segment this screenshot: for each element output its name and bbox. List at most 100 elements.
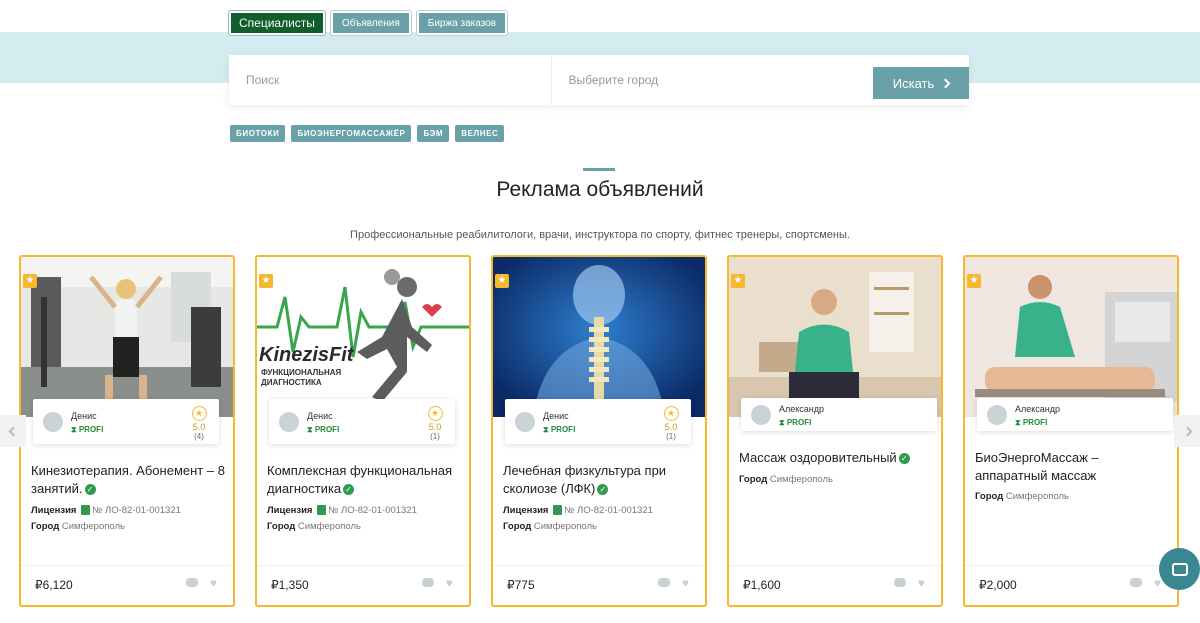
rating: ★ 5.0 (4) bbox=[187, 406, 211, 441]
verified-check-icon: ✓ bbox=[597, 484, 609, 496]
profi-badge: ⧗ PROFI bbox=[779, 418, 812, 427]
search-input[interactable]: Поиск bbox=[229, 55, 551, 105]
author-name: Александр bbox=[779, 404, 825, 414]
rating-count: (4) bbox=[194, 432, 204, 441]
carousel-prev-button[interactable] bbox=[0, 415, 26, 447]
card-footer: ₽6,120 ♥ bbox=[21, 565, 233, 605]
chat-icon[interactable] bbox=[1129, 578, 1142, 587]
rating-count: (1) bbox=[666, 432, 676, 441]
rating-score: 5.0 bbox=[192, 422, 206, 432]
tab-specialists[interactable]: Специалисты bbox=[229, 11, 325, 35]
ad-card[interactable]: ★ Александр ⧗ PROFI Массаж оздоровительн… bbox=[727, 255, 943, 607]
ad-card[interactable]: KinezisFit ФУНКЦИОНАЛЬНАЯ ДИАГНОСТИКА ★ … bbox=[255, 255, 471, 607]
avatar bbox=[43, 412, 63, 432]
card-footer: ₽1,600 ♥ bbox=[729, 565, 941, 605]
featured-star-icon: ★ bbox=[495, 274, 509, 288]
ad-title[interactable]: БиоЭнергоМассаж – аппаратный массаж bbox=[975, 449, 1170, 485]
featured-star-icon: ★ bbox=[967, 274, 981, 288]
ad-title[interactable]: Лечебная физкультура при сколиозе (ЛФК) ✓ bbox=[503, 462, 698, 498]
price: ₽775 bbox=[507, 578, 535, 592]
chevron-right-icon bbox=[940, 78, 951, 88]
author-panel[interactable]: Денис ⧗ PROFI ★ 5.0 (4) bbox=[33, 399, 219, 444]
heart-icon[interactable]: ♥ bbox=[446, 577, 453, 589]
image-brand-text: KinezisFit bbox=[259, 344, 355, 366]
author-name: Александр bbox=[1015, 404, 1061, 414]
card-footer: ₽775 ♥ bbox=[493, 565, 705, 605]
avatar bbox=[279, 412, 299, 432]
rating-star-icon: ★ bbox=[191, 406, 207, 421]
city-select[interactable]: Выберите город bbox=[550, 55, 874, 105]
ad-photo[interactable]: ★ bbox=[965, 257, 1177, 417]
tag-list: БИОТОКИ БИОЭНЕРГОМАССАЖЁР БЭМ ВЕЛНЕС bbox=[230, 125, 505, 142]
verified-check-icon: ✓ bbox=[898, 453, 910, 465]
verified-check-icon: ✓ bbox=[84, 484, 96, 496]
city-row: Город Симферополь bbox=[975, 491, 1069, 502]
rating-star-icon: ★ bbox=[427, 406, 443, 421]
avatar bbox=[987, 405, 1007, 425]
avatar bbox=[515, 412, 535, 432]
chat-icon[interactable] bbox=[421, 578, 434, 587]
search-button-label: Искать bbox=[892, 75, 935, 91]
ad-photo[interactable]: KinezisFit ФУНКЦИОНАЛЬНАЯ ДИАГНОСТИКА ★ bbox=[257, 257, 469, 417]
section-divider bbox=[583, 168, 615, 171]
author-panel[interactable]: Александр ⧗ PROFI bbox=[741, 398, 937, 431]
ad-card[interactable]: ★ Александр ⧗ PROFI БиоЭнергоМассаж – ап… bbox=[963, 255, 1179, 607]
ad-title[interactable]: Комплексная функциональная диагностика ✓ bbox=[267, 462, 462, 498]
heart-icon[interactable]: ♥ bbox=[210, 577, 217, 589]
ad-photo[interactable]: ★ bbox=[493, 257, 705, 417]
rating: ★ 5.0 (1) bbox=[659, 406, 683, 441]
author-panel[interactable]: Денис ⧗ PROFI ★ 5.0 (1) bbox=[505, 399, 691, 444]
author-panel[interactable]: Денис ⧗ PROFI ★ 5.0 (1) bbox=[269, 399, 455, 444]
author-name: Денис bbox=[307, 411, 333, 421]
heart-icon[interactable]: ♥ bbox=[682, 577, 689, 589]
tag-bem[interactable]: БЭМ bbox=[417, 125, 450, 142]
author-name: Денис bbox=[71, 411, 97, 421]
section-subtitle: Профессиональные реабилитологи, врачи, и… bbox=[350, 229, 850, 241]
price: ₽1,600 bbox=[743, 578, 781, 592]
city-row: Город Симферополь bbox=[739, 474, 833, 485]
chat-icon[interactable] bbox=[657, 578, 670, 587]
tag-wellness[interactable]: ВЕЛНЕС bbox=[455, 125, 505, 142]
carousel-next-button[interactable] bbox=[1174, 415, 1200, 447]
top-tabs: Специалисты Объявления Биржа заказов bbox=[229, 11, 508, 35]
image-caption-1: ФУНКЦИОНАЛЬНАЯ bbox=[261, 368, 342, 377]
chat-widget-button[interactable] bbox=[1159, 548, 1200, 590]
heart-icon[interactable]: ♥ bbox=[918, 577, 925, 589]
author-name: Денис bbox=[543, 411, 569, 421]
ad-photo[interactable]: ★ bbox=[21, 257, 233, 417]
search-button[interactable]: Искать bbox=[873, 67, 969, 99]
section-title: Реклама объявлений bbox=[496, 178, 704, 201]
card-footer: ₽1,350 ♥ bbox=[257, 565, 469, 605]
profi-badge: ⧗ PROFI bbox=[1015, 418, 1048, 427]
license-icon bbox=[81, 505, 91, 516]
license-row: Лицензия № ЛО-82-01-001321 bbox=[31, 505, 181, 516]
chevron-left-icon bbox=[8, 426, 18, 436]
price: ₽6,120 bbox=[35, 578, 73, 592]
ad-title[interactable]: Кинезиотерапия. Абонемент – 8 занятий. ✓ bbox=[31, 462, 226, 498]
image-caption-2: ДИАГНОСТИКА bbox=[261, 378, 322, 387]
license-icon bbox=[553, 505, 563, 516]
city-row: Город Симферополь bbox=[267, 521, 361, 532]
profi-badge: ⧗ PROFI bbox=[543, 425, 576, 434]
tab-order-exchange[interactable]: Биржа заказов bbox=[416, 11, 508, 35]
chat-icon[interactable] bbox=[893, 578, 906, 587]
avatar bbox=[751, 405, 771, 425]
tag-bioenergomassager[interactable]: БИОЭНЕРГОМАССАЖЁР bbox=[291, 125, 412, 142]
ad-card[interactable]: ★ Денис ⧗ PROFI ★ 5.0 (4) Кинезиотерапия… bbox=[19, 255, 235, 607]
price: ₽2,000 bbox=[979, 578, 1017, 592]
chat-icon[interactable] bbox=[185, 578, 198, 587]
heart-icon[interactable]: ♥ bbox=[1154, 577, 1161, 589]
ad-title[interactable]: Массаж оздоровительный ✓ bbox=[739, 449, 934, 467]
featured-star-icon: ★ bbox=[23, 274, 37, 288]
verified-check-icon: ✓ bbox=[343, 484, 355, 496]
featured-star-icon: ★ bbox=[731, 274, 745, 288]
ad-photo[interactable]: ★ bbox=[729, 257, 941, 417]
license-row: Лицензия № ЛО-82-01-001321 bbox=[267, 505, 417, 516]
city-row: Город Симферополь bbox=[503, 521, 597, 532]
tag-biotoki[interactable]: БИОТОКИ bbox=[230, 125, 286, 142]
ad-card[interactable]: ★ Денис ⧗ PROFI ★ 5.0 (1) Лечебная физку… bbox=[491, 255, 707, 607]
author-panel[interactable]: Александр ⧗ PROFI bbox=[977, 398, 1173, 431]
tab-ads[interactable]: Объявления bbox=[330, 11, 411, 35]
featured-star-icon: ★ bbox=[259, 274, 273, 288]
city-row: Город Симферополь bbox=[31, 521, 125, 532]
